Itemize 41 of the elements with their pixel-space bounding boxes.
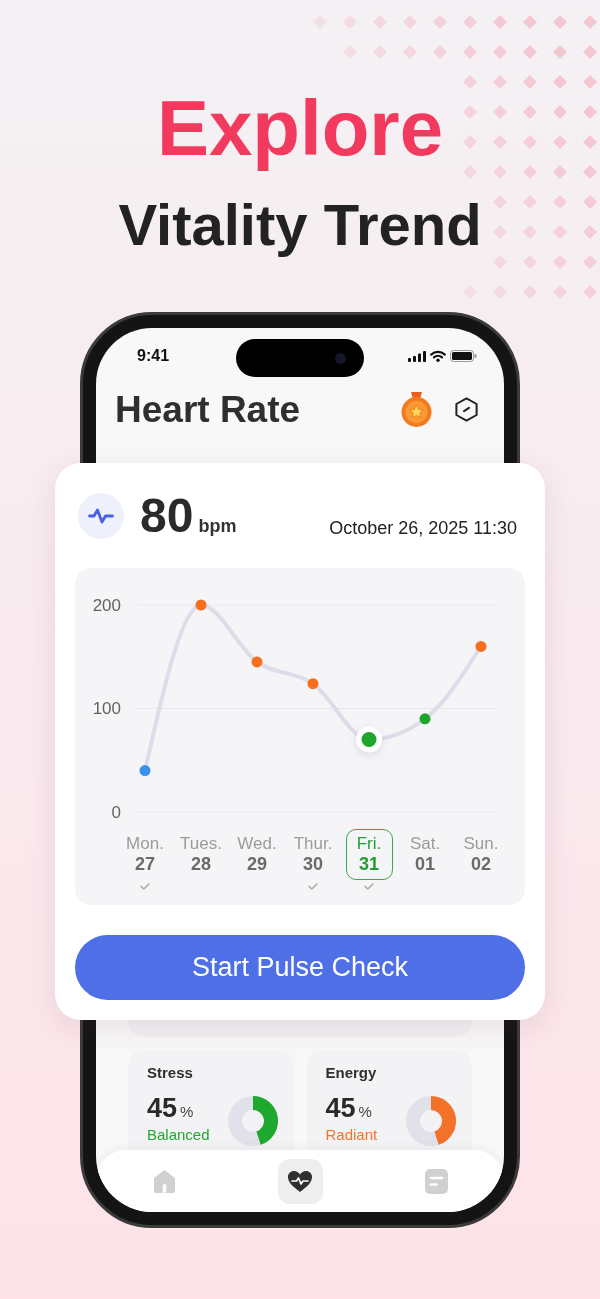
home-icon [152,1168,176,1194]
medal-icon[interactable] [400,392,433,427]
metric-status: Balanced [147,1126,210,1144]
x-tick-label: Sun. [463,834,499,854]
x-tick-label: Wed. [237,834,277,854]
metric-value: 45 [325,1095,356,1122]
day-tab[interactable]: Sun. 02 [457,829,505,880]
x-tick-label: Tues. [180,834,222,854]
battery-icon [450,350,477,362]
day-tab[interactable]: Thur. 30 [289,829,337,880]
day-tab[interactable]: Mon. 27 [121,829,169,880]
bpm-value: 80 [140,492,194,540]
metric-unit: % [358,1104,372,1119]
x-tick-label: Fri. [356,834,382,854]
measurement-date: October 26, 2025 11:30 [329,519,517,537]
metric-label: Stress [147,1064,194,1082]
metric-unit: % [180,1104,194,1119]
hexagon-icon[interactable] [455,397,478,422]
heart-pulse-icon [287,1169,313,1193]
axis-label: 200 [92,595,121,615]
metric-label: Energy [325,1064,378,1082]
wifi-icon [430,350,446,362]
x-tick-label: Sat. [409,834,441,854]
day-tab[interactable]: Sat. 01 [401,829,449,880]
bpm-unit: bpm [198,517,237,535]
x-tick-label: Mon. [126,834,164,854]
x-tick-label: Thur. [293,834,333,854]
day-tab[interactable]: Fri. 31 [345,829,393,880]
start-pulse-check-button[interactable]: Start Pulse Check [75,935,525,1000]
day-tab[interactable]: Tues. 28 [177,829,225,880]
pulse-icon [78,493,124,539]
signal-icon [408,350,426,362]
document-icon [424,1168,448,1194]
axis-label: 100 [92,699,121,718]
day-tab[interactable]: Wed. 29 [233,829,281,880]
screen-title: Heart Rate [115,391,301,428]
nav-tab[interactable] [277,1158,323,1204]
metric-value: 45 [147,1095,178,1122]
status-time: 9:41 [137,348,170,364]
axis-label: 0 [111,802,121,818]
metric-status: Radiant [325,1126,378,1144]
